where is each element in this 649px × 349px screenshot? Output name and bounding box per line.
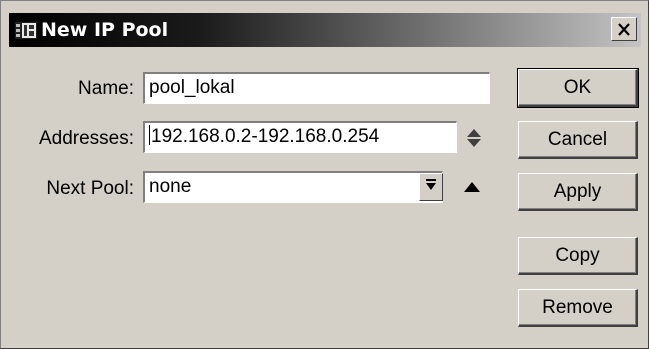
remove-button[interactable]: Remove xyxy=(518,289,638,327)
triangle-up-icon[interactable] xyxy=(461,179,483,195)
next-pool-dropdown-button[interactable] xyxy=(419,173,443,201)
name-value: pool_lokal xyxy=(149,77,235,98)
text-caret xyxy=(149,125,150,145)
addresses-input[interactable]: 192.168.0.2-192.168.0.254 xyxy=(143,121,457,153)
apply-button[interactable]: Apply xyxy=(518,173,638,211)
copy-button[interactable]: Copy xyxy=(518,237,638,275)
dropdown-arrow-icon xyxy=(425,178,437,197)
addresses-label: Addresses: xyxy=(38,128,134,149)
up-down-arrows-icon[interactable] xyxy=(465,127,483,149)
ok-button[interactable]: OK xyxy=(517,68,639,108)
name-label: Name: xyxy=(78,78,134,99)
next-pool-select[interactable]: none xyxy=(143,171,443,203)
window-title: New IP Pool xyxy=(41,19,169,41)
name-input[interactable]: pool_lokal xyxy=(143,72,490,104)
apply-button-label: Apply xyxy=(553,180,602,202)
title-bar[interactable]: New IP Pool xyxy=(9,13,641,47)
remove-button-label: Remove xyxy=(542,296,613,318)
addresses-value: 192.168.0.2-192.168.0.254 xyxy=(151,126,380,147)
cancel-button-label: Cancel xyxy=(547,128,608,150)
next-pool-value: none xyxy=(149,176,192,197)
copy-button-label: Copy xyxy=(555,244,600,266)
close-icon xyxy=(617,22,631,36)
next-pool-label: Next Pool: xyxy=(46,178,134,199)
close-button[interactable] xyxy=(611,17,637,41)
cancel-button[interactable]: Cancel xyxy=(518,121,638,159)
ok-button-label: OK xyxy=(563,76,592,98)
app-icon xyxy=(15,22,37,39)
new-ip-pool-dialog: New IP Pool Name: pool_lokal Addresses: … xyxy=(0,0,649,349)
